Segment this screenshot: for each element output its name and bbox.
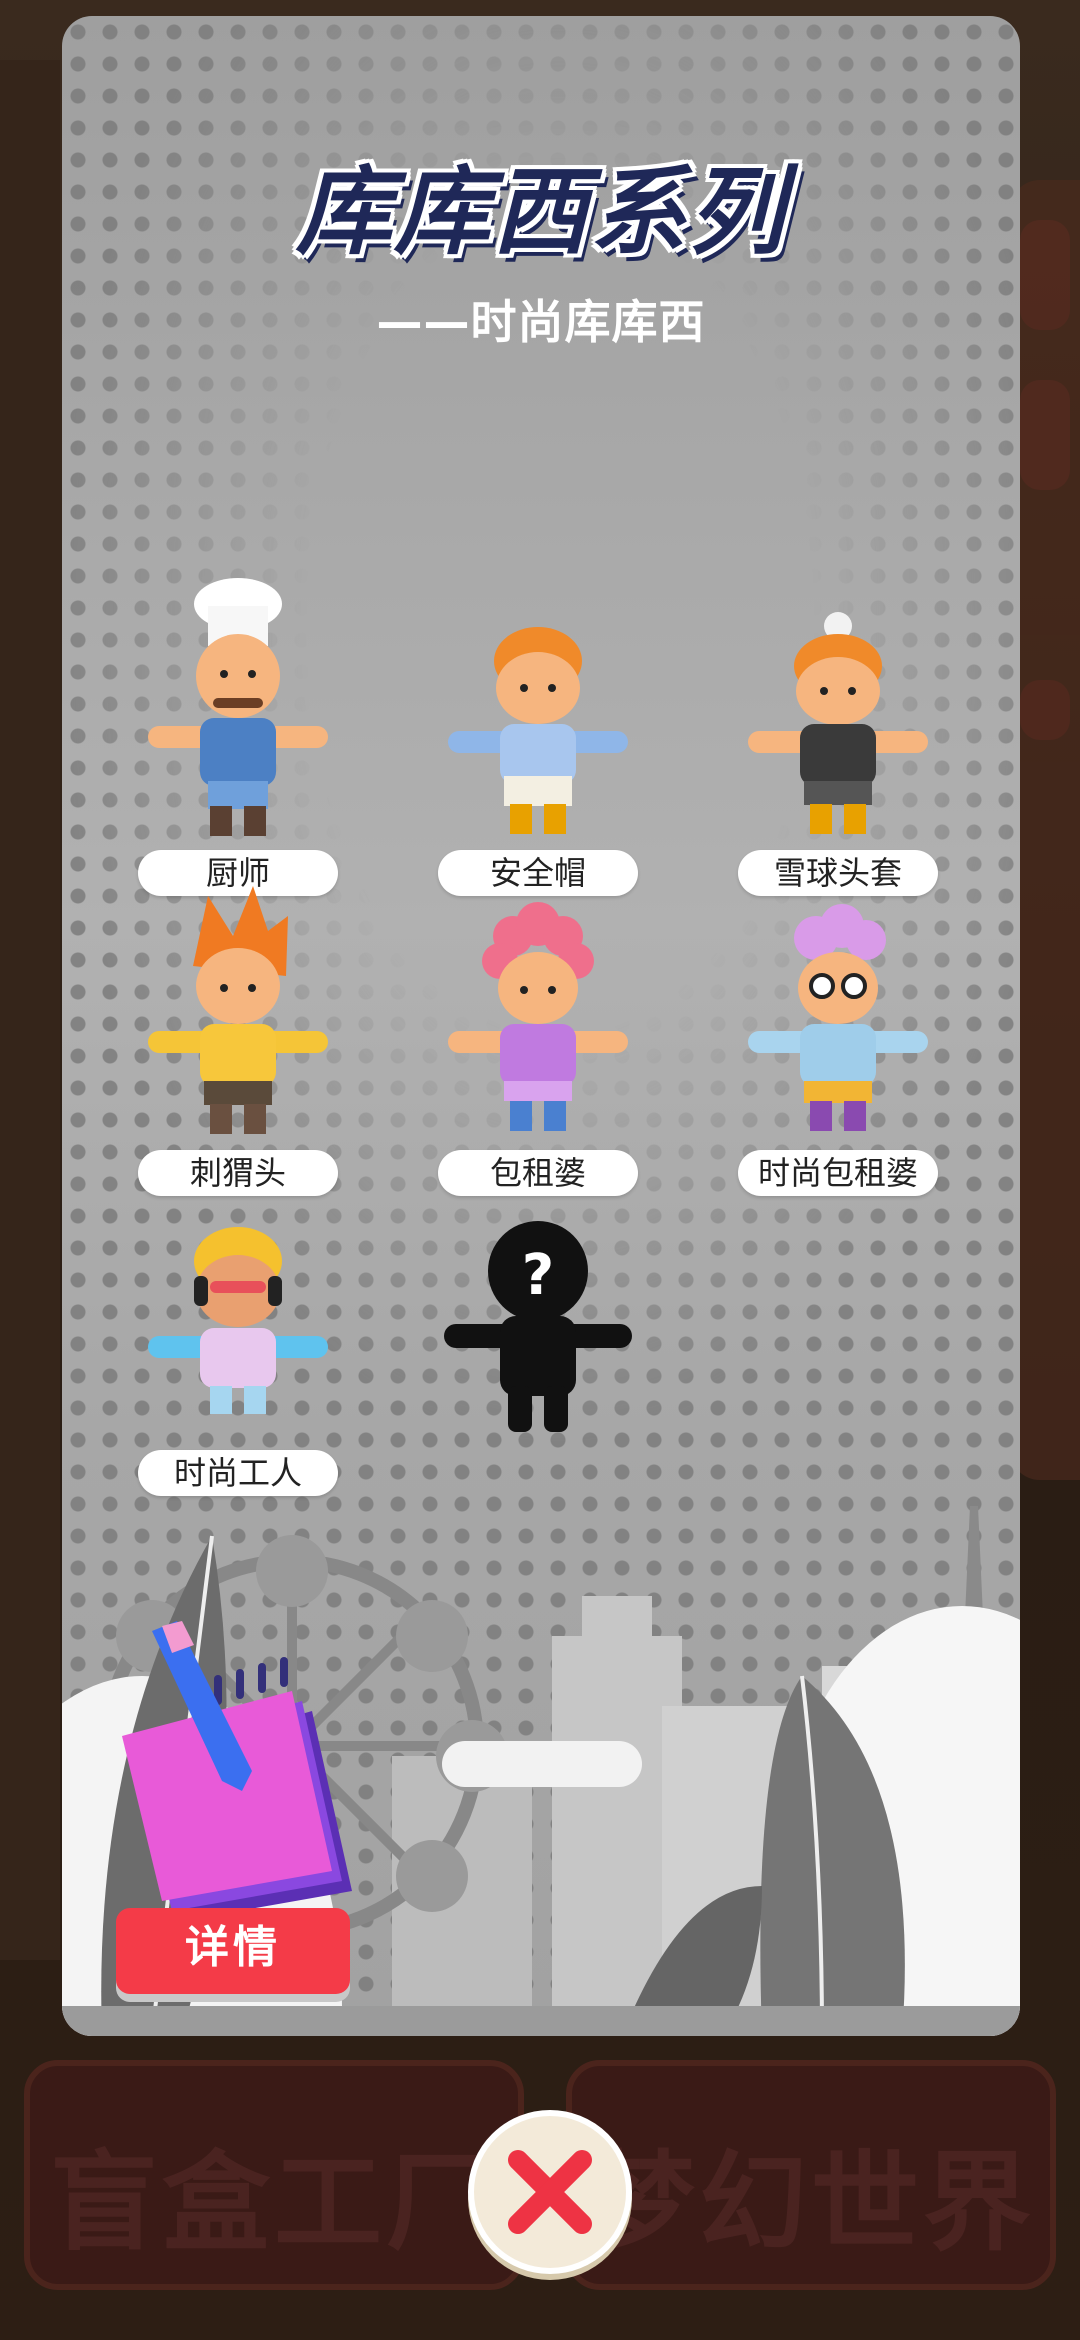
spiky-hair-figure-icon: [148, 886, 328, 1134]
close-x-icon: [508, 2150, 592, 2234]
figure-item-chef[interactable]: 厨师: [138, 576, 338, 896]
svg-text:?: ?: [522, 1243, 554, 1308]
figure-item-hard-hat[interactable]: 安全帽: [438, 576, 638, 896]
figure-item-beanie[interactable]: 雪球头套: [738, 576, 938, 896]
series-title: 库库西系列: [296, 156, 786, 268]
chef-figure-icon: [148, 578, 328, 836]
notebook-pencil-icon: [122, 1621, 352, 1921]
figure-item-spiky-hair[interactable]: 刺猬头: [138, 876, 338, 1196]
dream-world-label: 梦幻世界: [586, 2141, 1035, 2266]
background-right-panel: [1010, 180, 1080, 1480]
sunglasses-granny-figure-icon: [748, 904, 928, 1131]
figure-label: 时尚工人: [138, 1450, 338, 1496]
figure-label: 时尚包租婆: [738, 1150, 938, 1196]
headphones-worker-figure-icon: [148, 1227, 328, 1414]
series-modal: 库库西系列 ——时尚库库西 厨师 安全帽 雪球头套 刺猬头 包租婆 时尚包租婆 …: [62, 16, 1020, 2036]
hard-hat-figure-icon: [448, 627, 628, 834]
figure-item-curly-hair[interactable]: 包租婆: [438, 876, 638, 1196]
locked-mystery-figure-icon: ?: [444, 1221, 632, 1432]
detail-button[interactable]: 详情: [116, 1908, 350, 1994]
beanie-figure-icon: [748, 612, 928, 834]
figure-item-locked[interactable]: ?: [438, 1176, 638, 1496]
series-subtitle: ——时尚库库西: [376, 295, 706, 349]
blind-box-factory-button: 盲盒工厂: [24, 2060, 524, 2290]
curly-hair-figure-icon: [448, 902, 628, 1131]
figure-item-headphones-worker[interactable]: 时尚工人: [138, 1176, 338, 1496]
figure-item-sunglasses-granny[interactable]: 时尚包租婆: [738, 876, 938, 1196]
close-button[interactable]: [468, 2110, 632, 2274]
dream-world-button: 梦幻世界: [566, 2060, 1056, 2290]
blind-box-factory-label: 盲盒工厂: [49, 2141, 498, 2266]
background-left-strip: [0, 60, 60, 1960]
